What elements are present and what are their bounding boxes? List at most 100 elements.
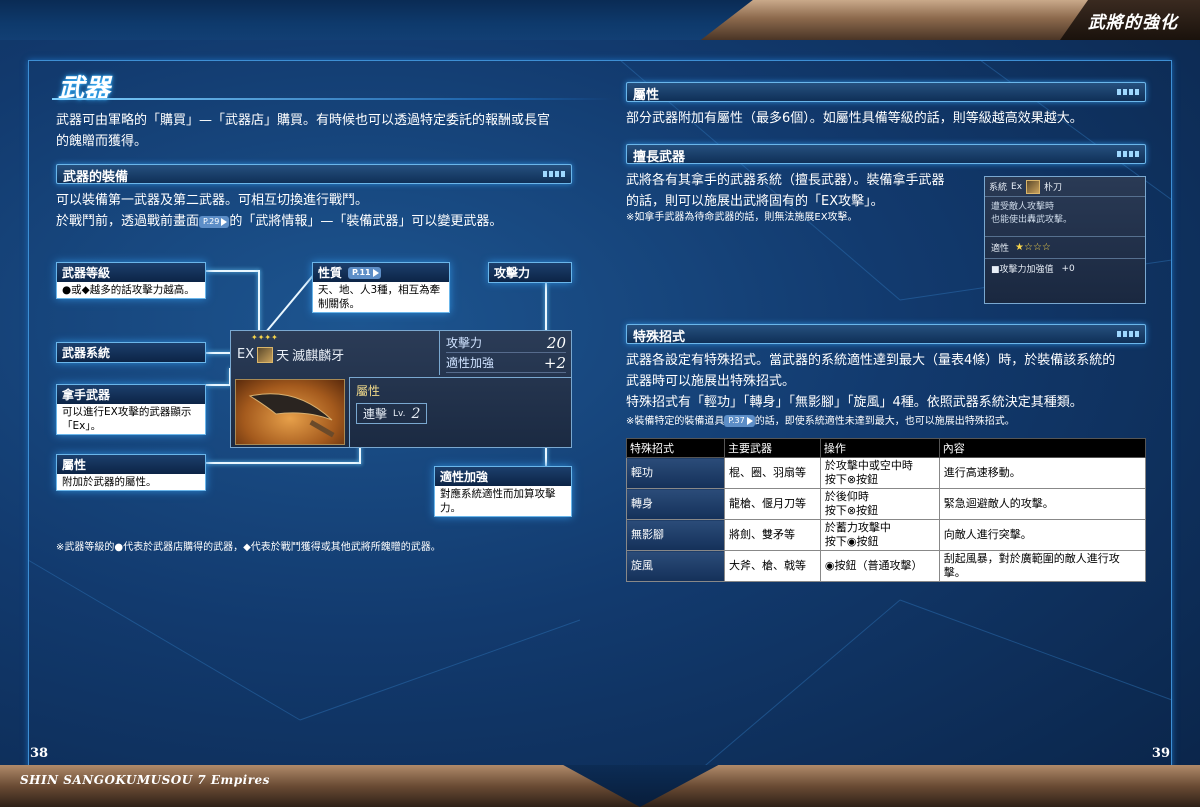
skill-operation-cell: 於後仰時 按下⊗按鈕 [819, 488, 940, 520]
section-dots [543, 171, 565, 177]
intro-line-1: 武器可由軍略的「購買」—「武器店」購買。有時候也可以透過特定委託的報酬或長官 [56, 113, 551, 128]
connector-diagonal [265, 271, 317, 333]
callout-body: 天、地、人3種，相互為牽 制關係。 [318, 284, 441, 310]
weapon-intro: 武器可由軍略的「購買」—「武器店」購買。有時候也可以透過特定委託的報酬或長官 的… [56, 110, 596, 152]
heading-underline [52, 98, 612, 100]
equip-line-1: 可以裝備第一武器及第二武器。可相互切換進行戰鬥。 [56, 193, 369, 208]
skill-operation-cell: 於攻擊中或空中時 按下⊗按鈕 [819, 457, 940, 489]
attribute-chip: 連擊 Lv. 2 [356, 403, 428, 424]
shot-system-row: 系統 Ex 朴刀 [985, 177, 1145, 197]
callout-weapon-system: 武器系統 [56, 342, 206, 363]
special-note: ※裝備特定的裝備道具 P.37 的話，即使系統適性未達到最大，也可以施展出特殊招式。 [626, 415, 1015, 427]
page-number-left: 38 [30, 746, 49, 761]
table-row: 旋風 大斧、槍、戟等 ◉按鈕（普通攻擊） 刮起風暴，對於廣範圍的敵人進行攻 擊。 [626, 550, 1147, 582]
weapon-name-row: EX 天 滅麒麟牙 [237, 345, 344, 364]
callout-weapon-level: 武器等級 ●或◆越多的話攻擊力越高。 [56, 262, 206, 299]
connector [205, 462, 361, 464]
chapter-title: 武將的強化 [1088, 13, 1178, 33]
shot-bonus-row: ■攻擊力加強值 +0 [991, 263, 1075, 276]
page-ref-badge: P.29 [199, 215, 230, 228]
special-skills-table: 特殊招式 主要武器 操作 內容 輕功 棍、圈、羽扇等 於攻擊中或空中時 按下⊗按鈕 進行… [626, 438, 1147, 582]
callout-body: 可以進行EX攻擊的武器顯示 「Ex」。 [62, 406, 192, 432]
equip-text: 可以裝備第一武器及第二武器。可相互切換進行戰鬥。 於戰鬥前，透過戰前畫面 P.29… [56, 190, 596, 232]
skill-name-cell: 無影腳 [626, 519, 725, 551]
special-text: 武器各設定有特殊招式。當武器的系統適性達到最大（量表4條）時，於裝備該系統的 武… [626, 353, 1116, 410]
callout-attack: 攻擊力 [488, 262, 572, 283]
attr-section-label: 屬性 [633, 88, 660, 103]
attribute-box: 屬性 連擊 Lv. 2 [349, 377, 572, 448]
connector [205, 270, 259, 272]
callout-body: 附加於武器的屬性。 [62, 476, 157, 488]
table-row: 轉身 龍槍、偃月刀等 於後仰時 按下⊗按鈕 緊急迴避敵人的攻擊。 [626, 488, 1147, 520]
callout-attribute: 屬性 附加於武器的屬性。 [56, 454, 206, 491]
attribute-title: 屬性 [356, 384, 381, 398]
skill-weapons-cell: 龍槍、偃月刀等 [724, 488, 821, 520]
callout-title: 適性加強 [435, 467, 571, 486]
skill-weapons-cell: 將劍、雙矛等 [724, 519, 821, 551]
skill-operation-cell: 於蓄力攻擊中 按下◉按鈕 [819, 519, 940, 551]
expert-note: ※如拿手武器為待命武器的話，則無法施展EX攻擊。 [626, 212, 858, 223]
callout-title: 攻擊力 [489, 263, 571, 282]
callout-title: 性質 P.11 [313, 263, 449, 282]
skill-operation-cell: ◉按鈕（普通攻擊） [819, 550, 940, 582]
level-stars: ✦✦✦✦ [251, 333, 278, 342]
weapon-info-panel: ✦✦✦✦ EX 天 滅麒麟牙 攻擊力 20 適性加強 +2 屬性 連擊 Lv. 2 [230, 330, 572, 448]
connector [205, 384, 229, 386]
ex-badge: EX [237, 347, 255, 362]
equip-section-header: 武器的裝備 [56, 164, 572, 185]
manual-page: 武將的強化 武器 武器可由軍略的「購買」—「武器店」購買。有時候也可以透過特定委… [0, 0, 1200, 807]
weapon-system-icon [257, 346, 274, 363]
special-section-header: 特殊招式 [626, 324, 1146, 345]
callout-title: 拿手武器 [57, 385, 205, 404]
weapon-system-icon [1026, 179, 1041, 194]
nature-label: 天 [276, 349, 290, 364]
connector [545, 282, 547, 334]
callout-title: 屬性 [57, 455, 205, 474]
skill-description-cell: 刮起風暴，對於廣範圍的敵人進行攻 擊。 [938, 550, 1147, 582]
section-dots [1117, 89, 1139, 95]
page-ref-badge: P.37 [724, 415, 755, 427]
aptitude-row: 適性加強 +2 [446, 353, 566, 373]
expert-text: 武將各有其拿手的武器系統（擅長武器）。裝備拿手武器 的話，則可以施展出武將固有的… [626, 173, 945, 209]
skill-description-cell: 進行高速移動。 [938, 457, 1147, 489]
bottom-stripe-right [640, 765, 1200, 807]
aptitude-stars: ★☆☆☆ [1015, 242, 1051, 253]
callout-nature: 性質 P.11 天、地、人3種，相互為牽 制關係。 [312, 262, 450, 313]
table-row: 無影腳 將劍、雙矛等 於蓄力攻擊中 按下◉按鈕 向敵人進行突擊。 [626, 519, 1147, 551]
expert-screenshot: 系統 Ex 朴刀 遭受敵人攻擊時 也能使出轟武攻擊。 適性 ★☆☆☆ ■攻擊力加… [984, 176, 1146, 304]
callout-aptitude: 適性加強 對應系統適性而加算攻擊 力。 [434, 466, 572, 517]
expert-section-label: 擅長武器 [633, 150, 686, 165]
callout-expert-weapon: 拿手武器 可以進行EX攻擊的武器顯示 「Ex」。 [56, 384, 206, 435]
table-header-row: 特殊招式 主要武器 操作 內容 [626, 438, 1147, 458]
equip-section-label: 武器的裝備 [63, 170, 129, 185]
game-title: SHIN SANGOKUMUSOU 7 Empires [20, 773, 270, 787]
skill-weapons-cell: 棍、圈、羽扇等 [724, 457, 821, 489]
skill-weapons-cell: 大斧、槍、戟等 [724, 550, 821, 582]
table-row: 輕功 棍、圈、羽扇等 於攻擊中或空中時 按下⊗按鈕 進行高速移動。 [626, 457, 1147, 489]
attr-section-header: 屬性 [626, 82, 1146, 103]
shot-desc: 遭受敵人攻擊時 也能使出轟武攻擊。 [985, 197, 1145, 237]
page-number-right: 39 [1151, 746, 1170, 761]
blade-icon [248, 393, 335, 438]
expert-section-header: 擅長武器 [626, 144, 1146, 165]
weapon-heading: 武器 [52, 68, 612, 104]
attack-row: 攻擊力 20 [446, 333, 566, 353]
page-ref-badge: P.11 [348, 266, 381, 279]
callout-title: 武器系統 [57, 343, 205, 362]
attr-text: 部分武器附加有屬性（最多6個）。如屬性具備等級的話，則等級越高效果越大。 [626, 111, 1083, 126]
skill-description-cell: 向敵人進行突擊。 [938, 519, 1147, 551]
callout-body: ●或◆越多的話攻擊力越高。 [62, 284, 195, 296]
weapon-name: 滅麒麟牙 [292, 349, 345, 364]
weapon-image [235, 379, 345, 445]
callout-title: 武器等級 [57, 263, 205, 282]
section-dots [1117, 331, 1139, 337]
weapon-footnote: ※武器等級的●代表於武器店購得的武器，◆代表於戰鬥獲得或其他武將所餽贈的武器。 [56, 542, 441, 553]
special-section-label: 特殊招式 [633, 330, 686, 345]
equip-line-2: 於戰鬥前，透過戰前畫面 P.29 的「武將情報」—「裝備武器」可以變更武器。 [56, 214, 503, 229]
callout-body: 對應系統適性而加算攻擊 力。 [440, 488, 556, 514]
section-dots [1117, 151, 1139, 157]
intro-line-2: 的餽贈而獲得。 [56, 134, 148, 149]
skill-name-cell: 輕功 [626, 457, 725, 489]
skill-description-cell: 緊急迴避敵人的攻擊。 [938, 488, 1147, 520]
shot-aptitude-row: 適性 ★☆☆☆ [985, 237, 1145, 259]
